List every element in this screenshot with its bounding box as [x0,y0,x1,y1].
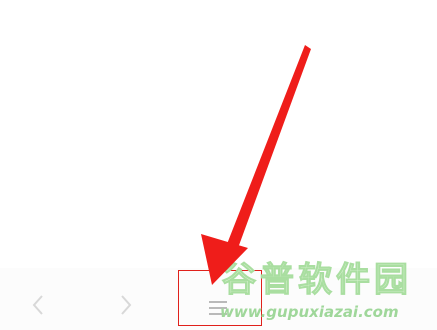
watermark-url: www.gupuxiazai.com [220,303,399,321]
browser-screen: 谷普软件园 www.gupuxiazai.com [0,0,437,330]
back-button[interactable] [16,283,60,327]
watermark-logo-text: 谷普软件园 [222,260,412,301]
watermark: 谷普软件园 www.gupuxiazai.com [212,258,437,330]
chevron-left-icon [32,295,43,315]
forward-button[interactable] [104,283,148,327]
chevron-right-icon [121,295,132,315]
